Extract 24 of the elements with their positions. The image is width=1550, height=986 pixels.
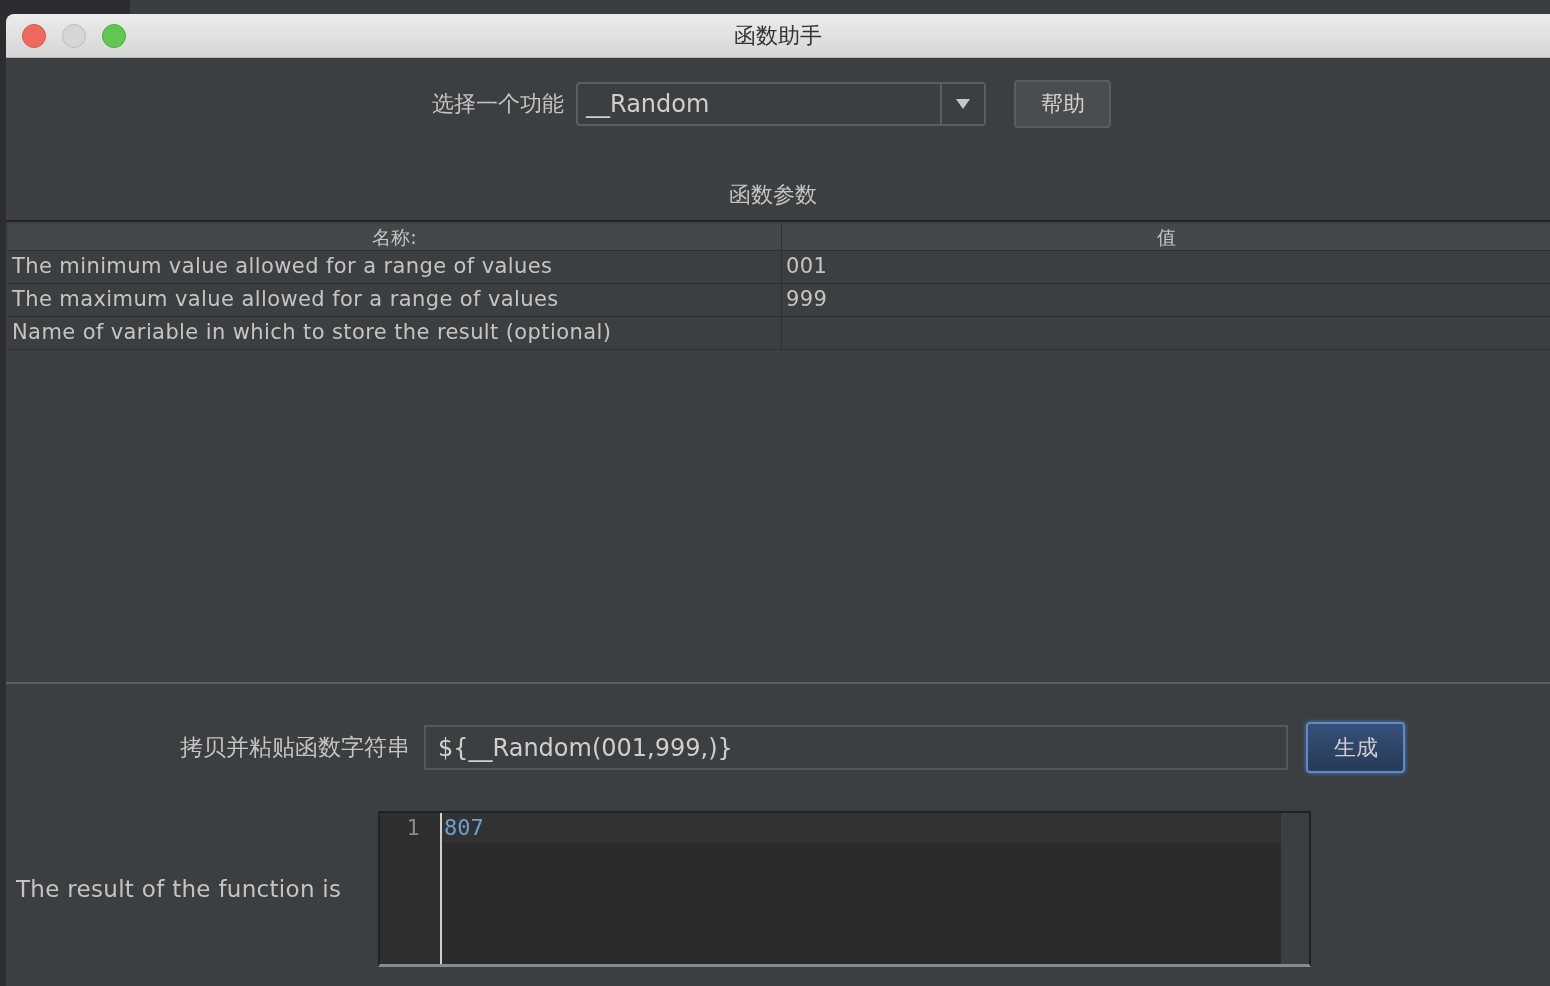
help-button[interactable]: 帮助	[1014, 80, 1111, 128]
minimize-icon[interactable]	[62, 23, 86, 48]
column-header[interactable]: 名称:	[8, 224, 782, 250]
scrollbar-track[interactable]	[1281, 813, 1309, 964]
params-title: 函数参数	[729, 181, 817, 209]
table-cell[interactable]: 001	[782, 251, 1550, 283]
result-editor[interactable]: 1 807	[378, 811, 1311, 967]
function-dropdown[interactable]: __Random	[576, 82, 986, 126]
function-string-label: 拷贝并粘贴函数字符串	[179, 733, 410, 762]
column-header[interactable]: 值	[782, 224, 1550, 250]
function-label: 选择一个功能	[432, 90, 564, 118]
function-string-field[interactable]: ${__Random(001,999,)}	[424, 725, 1288, 770]
line-number: 1	[405, 814, 421, 842]
close-icon[interactable]	[22, 23, 46, 48]
table-cell: The maximum value allowed for a range of values	[8, 284, 782, 316]
generate-button[interactable]: 生成	[1306, 722, 1405, 773]
result-text: 807	[442, 813, 1281, 843]
table-cell: Name of variable in which to store the result (optional)	[8, 317, 782, 349]
table-cell: The minimum value allowed for a range of values	[8, 251, 782, 283]
zoom-icon[interactable]	[102, 23, 126, 48]
window-title: 函数助手	[734, 21, 822, 50]
table-cell[interactable]: 999	[782, 284, 1550, 316]
dropdown-arrow-icon	[956, 99, 970, 109]
result-label: The result of the function is	[15, 876, 343, 902]
